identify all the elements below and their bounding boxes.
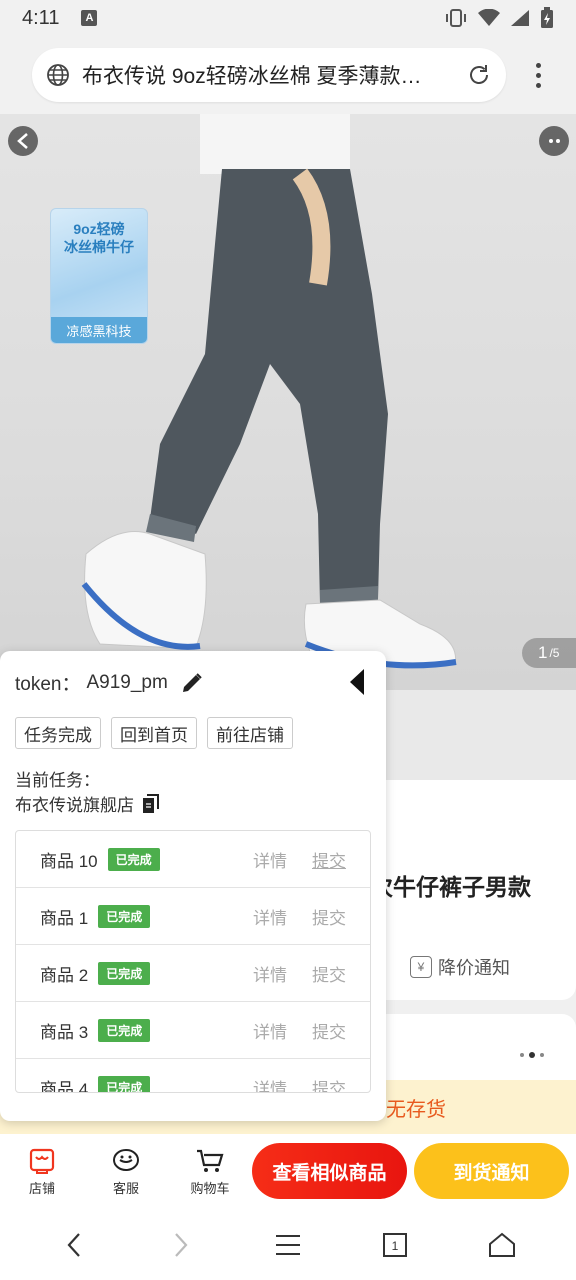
- battery-icon: [541, 7, 553, 28]
- svg-text:1: 1: [392, 1239, 399, 1253]
- store-label: 店铺: [28, 1180, 55, 1196]
- product-image[interactable]: 9oz轻磅 冰丝棉牛仔 凉感黑科技 1/5: [0, 114, 576, 690]
- wifi-icon: [478, 9, 500, 26]
- price-alert-label: 降价通知: [438, 958, 510, 978]
- nav-forward-icon[interactable]: [161, 1225, 201, 1265]
- price-tag-icon: ¥: [410, 956, 432, 978]
- list-item: 商品 10 已完成 详情 提交: [16, 831, 370, 888]
- nav-back-icon[interactable]: [54, 1225, 94, 1265]
- store-button[interactable]: 店铺: [0, 1148, 84, 1197]
- image-counter: 1/5: [522, 638, 576, 668]
- item-name: 商品 1: [40, 908, 89, 928]
- status-icons: [444, 7, 554, 29]
- submit-link[interactable]: 提交: [312, 1018, 346, 1043]
- cart-icon: [197, 1149, 224, 1172]
- back-home-button[interactable]: 回到首页: [111, 717, 197, 749]
- detail-link[interactable]: 详情: [253, 1075, 287, 1093]
- image-counter-total: /5: [549, 646, 560, 660]
- service-button[interactable]: 客服: [84, 1148, 168, 1197]
- current-task: 布衣传说旗舰店: [15, 791, 160, 816]
- pencil-icon[interactable]: [180, 671, 204, 695]
- status-badge: 已完成: [98, 961, 151, 985]
- item-name: 商品 3: [40, 1022, 89, 1042]
- task-panel: token： A919_pm 任务完成 回到首页 前往店铺 当前任务： 布衣传说…: [0, 651, 386, 1121]
- detail-link[interactable]: 详情: [253, 961, 287, 986]
- chat-icon: [113, 1148, 139, 1171]
- submit-link[interactable]: 提交: [312, 1075, 346, 1093]
- view-similar-button[interactable]: 查看相似商品: [252, 1143, 407, 1199]
- url-text[interactable]: 布衣传说 9oz轻磅冰丝棉 夏季薄款…: [82, 60, 466, 90]
- status-badge: 已完成: [98, 1018, 151, 1042]
- product-title: 次牛仔裤子男款: [370, 874, 531, 900]
- token-row: token： A919_pm: [15, 669, 204, 696]
- stock-status: 无存货: [386, 1099, 446, 1121]
- browser-toolbar: 布衣传说 9oz轻磅冰丝棉 夏季薄款…: [0, 36, 576, 114]
- reload-icon[interactable]: [466, 62, 492, 88]
- status-time: 4:11: [22, 6, 60, 29]
- item-name: 商品 2: [40, 965, 89, 985]
- list-item: 商品 2 已完成 详情 提交: [16, 945, 370, 1002]
- token-label: token：: [15, 674, 81, 695]
- submit-link[interactable]: 提交: [312, 904, 346, 929]
- item-name: 商品 10: [40, 851, 98, 871]
- detail-link[interactable]: 详情: [253, 1018, 287, 1043]
- status-badge: 已完成: [98, 904, 151, 928]
- badge-line-1: 9oz轻磅: [73, 221, 125, 237]
- browser-menu-icon[interactable]: [526, 60, 550, 90]
- token-value: A919_pm: [86, 671, 168, 693]
- list-item: 商品 1 已完成 详情 提交: [16, 888, 370, 945]
- copy-icon[interactable]: [142, 793, 160, 814]
- nav-menu-icon[interactable]: [268, 1225, 308, 1265]
- current-task-label: 当前任务：: [15, 771, 100, 790]
- more-icon[interactable]: [539, 126, 569, 156]
- signal-icon: [511, 10, 529, 26]
- badge-line-2: 冰丝棉牛仔: [64, 239, 134, 255]
- globe-icon: [47, 64, 69, 86]
- list-item: 商品 3 已完成 详情 提交: [16, 1002, 370, 1059]
- status-badge: 已完成: [98, 1075, 151, 1092]
- detail-link[interactable]: 详情: [253, 904, 287, 929]
- feature-badge: 9oz轻磅 冰丝棉牛仔 凉感黑科技: [50, 208, 148, 344]
- go-store-button[interactable]: 前往店铺: [207, 717, 293, 749]
- task-complete-button[interactable]: 任务完成: [15, 717, 101, 749]
- current-task-name: 布衣传说旗舰店: [15, 796, 134, 815]
- store-icon: [29, 1148, 55, 1174]
- bottom-action-bar: 店铺 客服 购物车 查看相似商品 到货通知: [0, 1134, 576, 1210]
- cart-label: 购物车: [190, 1180, 230, 1196]
- collapse-triangle-icon[interactable]: [346, 667, 368, 697]
- item-name: 商品 4: [40, 1079, 89, 1093]
- service-label: 客服: [112, 1180, 139, 1196]
- submit-link[interactable]: 提交: [312, 847, 346, 872]
- product-photo: [81, 114, 457, 669]
- system-nav-bar: 1: [0, 1210, 576, 1280]
- image-counter-current: 1: [538, 643, 548, 662]
- submit-link[interactable]: 提交: [312, 961, 346, 986]
- nav-home-icon[interactable]: [482, 1225, 522, 1265]
- price-alert-button[interactable]: ¥ 降价通知: [410, 954, 510, 980]
- panel-buttons: 任务完成 回到首页 前往店铺: [15, 717, 293, 749]
- nav-tabs-icon[interactable]: 1: [375, 1225, 415, 1265]
- arrival-notify-button[interactable]: 到货通知: [414, 1143, 569, 1199]
- badge-footer: 凉感黑科技: [51, 317, 147, 343]
- vibrate-icon: [446, 9, 466, 27]
- cart-button[interactable]: 购物车: [168, 1148, 252, 1197]
- list-item: 商品 4 已完成 详情 提交: [16, 1059, 370, 1093]
- status-bar: 4:11 A: [0, 0, 576, 36]
- keyboard-a-icon: A: [81, 10, 98, 26]
- more-dots-icon[interactable]: [520, 1052, 544, 1058]
- address-bar[interactable]: 布衣传说 9oz轻磅冰丝棉 夏季薄款…: [32, 48, 506, 102]
- status-badge: 已完成: [107, 847, 160, 871]
- detail-link[interactable]: 详情: [253, 847, 287, 872]
- back-arrow-icon[interactable]: [8, 126, 38, 156]
- task-list[interactable]: 商品 10 已完成 详情 提交 商品 1 已完成 详情 提交 商品 2 已完成 …: [15, 830, 371, 1093]
